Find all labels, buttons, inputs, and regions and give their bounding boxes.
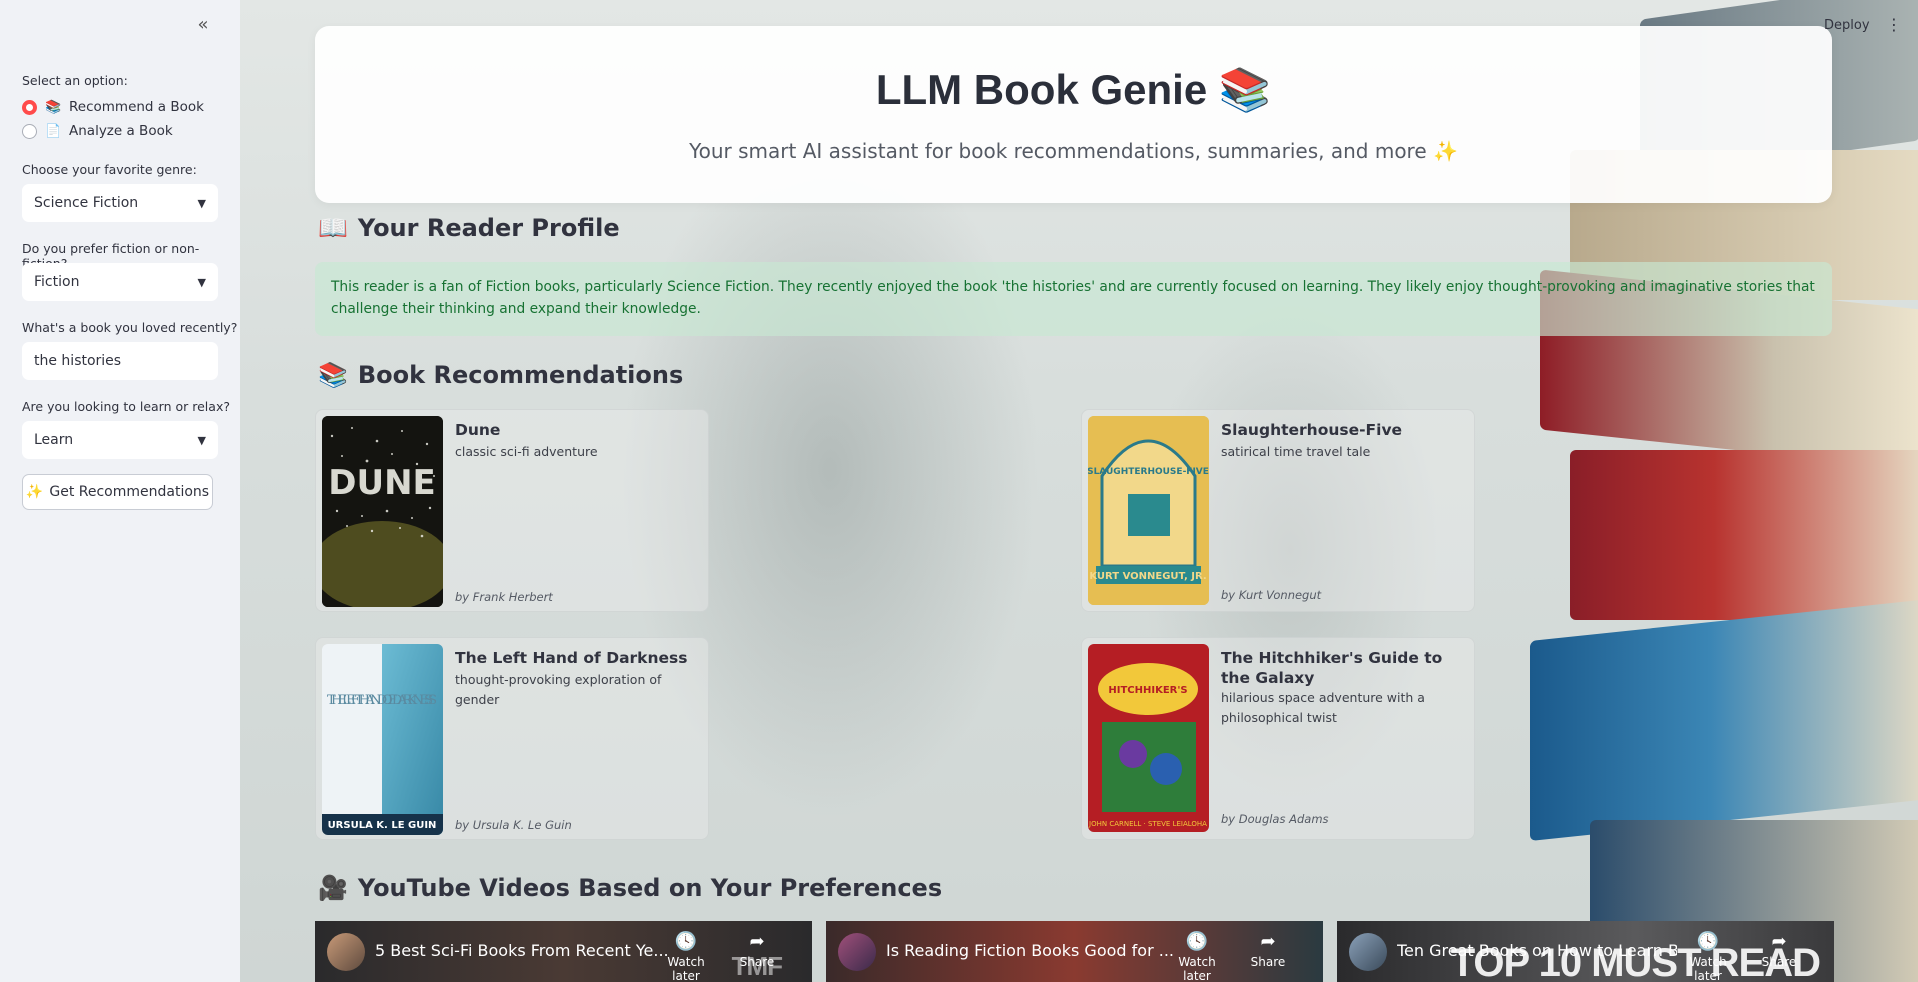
book-author: by Kurt Vonnegut bbox=[1221, 588, 1322, 602]
book-cover: HITCHHIKER'S JOHN CARNELL · STEVE LEIALO… bbox=[1088, 644, 1209, 832]
radio-label: Analyze a Book bbox=[69, 123, 173, 139]
sparkles-icon: ✨ bbox=[25, 484, 44, 500]
book-description: hilarious space adventure with a philoso… bbox=[1221, 690, 1425, 725]
channel-avatar[interactable] bbox=[1349, 933, 1387, 971]
share-icon: ➦ bbox=[749, 931, 765, 952]
cover-text: SLAUGHTERHOUSE-FIVE bbox=[1088, 467, 1209, 477]
book-title: The Hitchhiker's Guide to the Galaxy bbox=[1221, 649, 1443, 687]
svg-text:KURT VONNEGUT, JR.: KURT VONNEGUT, JR. bbox=[1089, 571, 1206, 582]
section-title-text: Your Reader Profile bbox=[357, 214, 620, 242]
share-icon: ➦ bbox=[1260, 931, 1276, 952]
book-card: THE LEFT HAND OF DARKNESS URSULA K. LE G… bbox=[315, 637, 709, 840]
app-title: LLM Book Genie 📚 bbox=[875, 66, 1272, 113]
purpose-value: Learn bbox=[34, 432, 74, 448]
book-cover: THE LEFT HAND OF DARKNESS URSULA K. LE G… bbox=[322, 644, 443, 835]
book-title: Dune bbox=[455, 421, 501, 439]
purpose-select[interactable]: Learn ▼ bbox=[22, 421, 218, 459]
share-button[interactable]: ➦ Share bbox=[1241, 931, 1295, 970]
purpose-label: Are you looking to learn or relax? bbox=[22, 399, 230, 414]
open-book-icon: 📖 bbox=[318, 214, 348, 242]
book-title: The Left Hand of Darkness bbox=[455, 649, 688, 667]
app-subtitle: Your smart AI assistant for book recomme… bbox=[689, 139, 1458, 163]
thumbnail-overlay-text: TMF bbox=[731, 951, 783, 981]
video-title[interactable]: Is Reading Fiction Books Good for ... bbox=[886, 941, 1186, 960]
deploy-button[interactable]: Deploy bbox=[1824, 18, 1870, 33]
page-icon: 📄 bbox=[45, 123, 62, 139]
recommendations-heading: 📚 Book Recommendations bbox=[318, 361, 683, 389]
channel-avatar[interactable] bbox=[327, 933, 365, 971]
watch-later-button[interactable]: 🕓 Watch later bbox=[1170, 933, 1224, 982]
reader-profile-heading: 📖 Your Reader Profile bbox=[318, 214, 620, 242]
radio-analyze-book[interactable]: 📄 Analyze a Book bbox=[22, 123, 173, 139]
youtube-video[interactable]: 5 Best Sci-Fi Books From Recent Ye... 🕓 W… bbox=[315, 921, 812, 982]
book-author: by Ursula K. Le Guin bbox=[455, 818, 572, 832]
fiction-value: Fiction bbox=[34, 274, 80, 290]
movie-camera-icon: 🎥 bbox=[318, 874, 348, 902]
reader-profile-box: This reader is a fan of Fiction books, p… bbox=[315, 262, 1832, 336]
thumbnail-overlay-text: TOP 10 MUST READ bbox=[1450, 941, 1821, 982]
book-cover: DUNE bbox=[322, 416, 443, 607]
genre-label: Choose your favorite genre: bbox=[22, 162, 197, 177]
book-card: DUNE Dune classic sci-fi adventure by Fr… bbox=[315, 409, 709, 612]
section-title-text: Book Recommendations bbox=[357, 361, 684, 389]
radio-unselected-icon[interactable] bbox=[22, 123, 37, 139]
chevron-down-icon: ▼ bbox=[197, 275, 206, 289]
book-author: by Frank Herbert bbox=[455, 590, 553, 604]
book-title: Slaughterhouse-Five bbox=[1221, 421, 1403, 439]
watch-later-button[interactable]: 🕓 Watch later bbox=[659, 933, 713, 982]
books-icon: 📚 bbox=[318, 361, 348, 389]
book-card: SLAUGHTERHOUSE-FIVE KURT VONNEGUT, JR. S… bbox=[1081, 409, 1475, 612]
book-description: thought-provoking exploration of gender bbox=[455, 672, 662, 707]
loved-book-input[interactable]: the histories bbox=[22, 342, 218, 380]
clock-icon: 🕓 bbox=[1185, 931, 1209, 952]
chevron-down-icon: ▼ bbox=[197, 196, 206, 210]
more-menu-icon[interactable]: ⋮ bbox=[1886, 15, 1902, 34]
svg-text:URSULA K. LE GUIN: URSULA K. LE GUIN bbox=[328, 820, 437, 831]
button-label: Get Recommendations bbox=[49, 484, 210, 500]
radio-recommend-book[interactable]: 📚 Recommend a Book bbox=[22, 99, 204, 115]
clock-icon: 🕓 bbox=[674, 931, 698, 952]
videos-heading: 🎥 YouTube Videos Based on Your Preferenc… bbox=[318, 874, 942, 902]
loved-book-label: What's a book you loved recently? bbox=[22, 320, 238, 335]
sidebar: « Select an option: 📚 Recommend a Book 📄… bbox=[0, 0, 240, 982]
section-title-text: YouTube Videos Based on Your Preferences bbox=[357, 874, 943, 902]
cover-text: DUNE bbox=[328, 463, 436, 503]
book-description: satirical time travel tale bbox=[1221, 444, 1371, 459]
get-recommendations-button[interactable]: ✨ Get Recommendations bbox=[22, 474, 213, 510]
hero-banner: LLM Book Genie 📚 Your smart AI assistant… bbox=[315, 26, 1832, 203]
cover-text: THE LEFT HAND OF DARKNESS bbox=[327, 693, 437, 708]
loved-book-value: the histories bbox=[34, 353, 122, 369]
genre-select[interactable]: Science Fiction ▼ bbox=[22, 184, 218, 222]
youtube-video[interactable]: Ten Great Books on How to Learn B... 🕓 Wa… bbox=[1337, 921, 1834, 982]
option-label: Select an option: bbox=[22, 73, 128, 88]
svg-text:JOHN CARNELL · STEVE LEIALOHA: JOHN CARNELL · STEVE LEIALOHA bbox=[1088, 820, 1207, 828]
video-title[interactable]: 5 Best Sci-Fi Books From Recent Ye... bbox=[375, 941, 675, 960]
cover-text: HITCHHIKER'S bbox=[1108, 685, 1187, 696]
chevron-down-icon: ▼ bbox=[197, 433, 206, 447]
channel-avatar[interactable] bbox=[838, 933, 876, 971]
youtube-video[interactable]: Is Reading Fiction Books Good for ... 🕓 W… bbox=[826, 921, 1323, 982]
books-icon: 📚 bbox=[45, 99, 62, 115]
fiction-select[interactable]: Fiction ▼ bbox=[22, 263, 218, 301]
radio-selected-icon[interactable] bbox=[22, 99, 37, 115]
book-cover: SLAUGHTERHOUSE-FIVE KURT VONNEGUT, JR. bbox=[1088, 416, 1209, 605]
collapse-sidebar-icon[interactable]: « bbox=[192, 14, 214, 36]
book-author: by Douglas Adams bbox=[1221, 812, 1329, 826]
genre-value: Science Fiction bbox=[34, 195, 139, 211]
book-card: HITCHHIKER'S JOHN CARNELL · STEVE LEIALO… bbox=[1081, 637, 1475, 840]
radio-label: Recommend a Book bbox=[69, 99, 204, 115]
book-description: classic sci-fi adventure bbox=[455, 444, 598, 459]
